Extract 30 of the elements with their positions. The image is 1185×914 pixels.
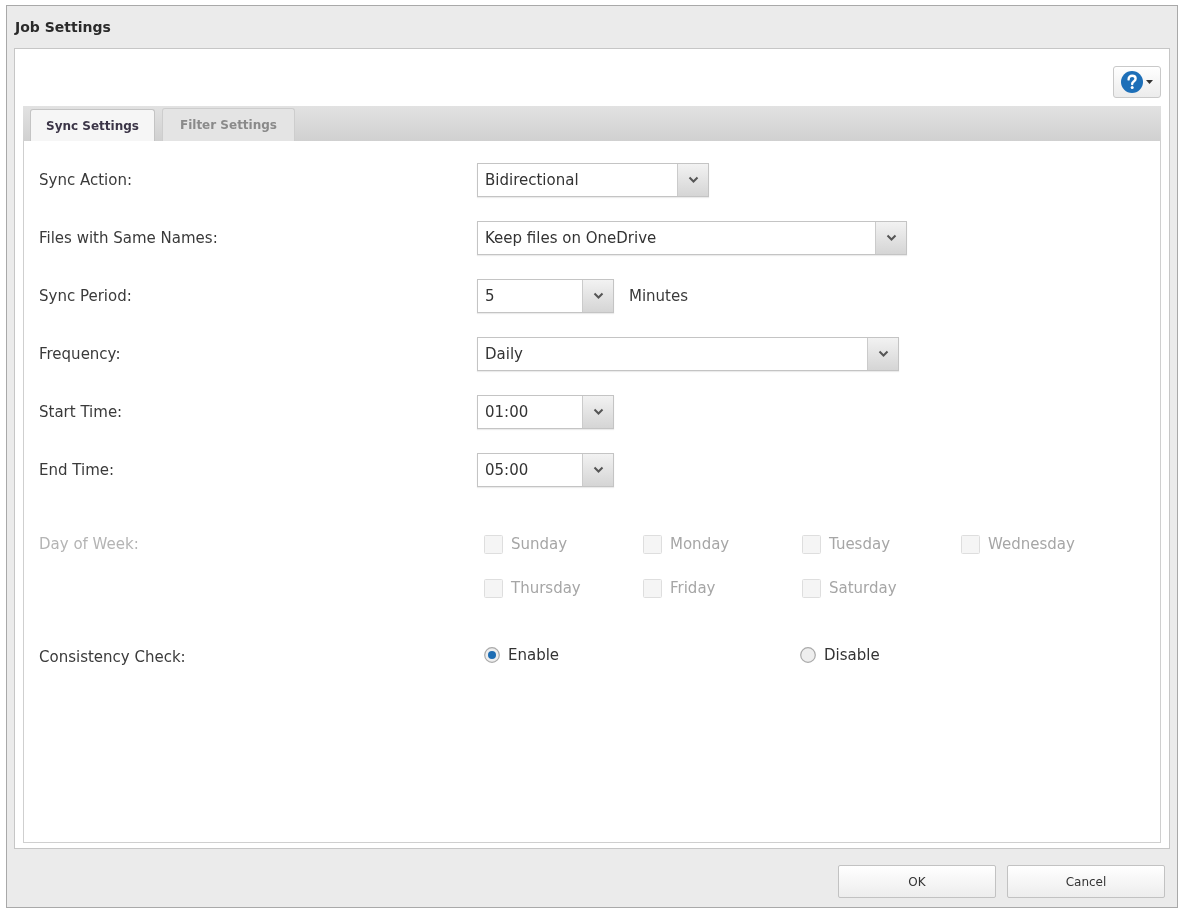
dropdown-field[interactable]: 5: [477, 279, 614, 313]
radio-option[interactable]: Enable: [484, 643, 560, 667]
tab[interactable]: Sync Settings: [30, 109, 155, 141]
chevron-down-icon: [582, 280, 613, 312]
field-label: Sync Period:: [39, 287, 132, 305]
chevron-down-icon: [867, 338, 898, 370]
field-label: Consistency Check:: [39, 648, 186, 666]
field-label: Frequency:: [39, 345, 121, 363]
chevron-down-icon: [582, 454, 613, 486]
chevron-down-icon: [677, 164, 708, 196]
help-button[interactable]: [1113, 65, 1161, 98]
caret-icon: [1146, 79, 1153, 84]
field-label: End Time:: [39, 461, 115, 479]
chevron-down-icon: [582, 396, 613, 428]
unit-label: Minutes: [629, 285, 689, 307]
field-label: Start Time:: [39, 403, 123, 421]
dropdown-field[interactable]: Bidirectional: [477, 163, 709, 197]
dropdown-field[interactable]: Daily: [477, 337, 899, 371]
help-icon: [1121, 70, 1143, 93]
dropdown-field[interactable]: Keep files on OneDrive: [477, 221, 907, 255]
field-label: Sync Action:: [39, 171, 132, 189]
window-title: Job Settings: [15, 17, 111, 37]
chevron-down-icon: [875, 222, 906, 254]
dropdown-field[interactable]: 05:00: [477, 453, 614, 487]
field-label: Day of Week:: [39, 533, 139, 555]
field-label: Files with Same Names:: [39, 229, 218, 247]
radio-option[interactable]: Disable: [800, 643, 880, 667]
dropdown-field[interactable]: 01:00: [477, 395, 614, 429]
dialog-button[interactable]: OK: [838, 865, 996, 898]
dialog-button[interactable]: Cancel: [1007, 865, 1165, 898]
